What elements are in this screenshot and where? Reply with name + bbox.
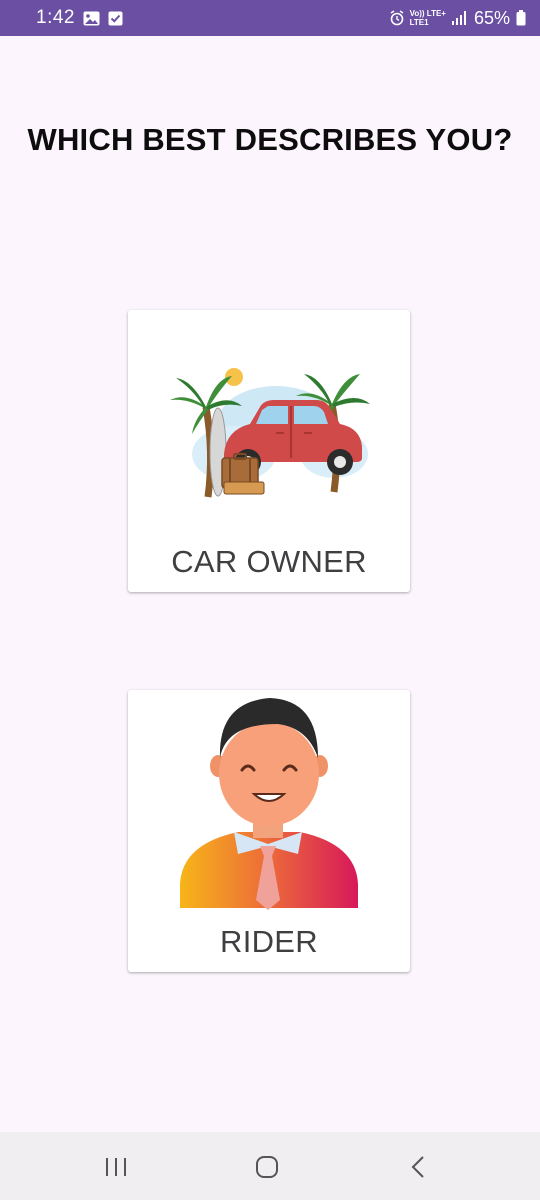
car-owner-option-card[interactable]: CAR OWNER — [128, 310, 410, 592]
status-bar: 1:42 Vo)) LTE+ LTE1 65% — [0, 0, 540, 36]
back-icon — [411, 1156, 424, 1178]
status-time: 1:42 — [36, 7, 75, 28]
home-icon — [256, 1156, 278, 1178]
recents-button[interactable] — [96, 1154, 136, 1180]
recents-icon — [106, 1158, 126, 1176]
system-navigation-bar — [0, 1132, 540, 1200]
status-right: Vo)) LTE+ LTE1 65% — [390, 8, 526, 29]
back-button[interactable] — [398, 1154, 438, 1180]
car-owner-label: CAR OWNER — [171, 544, 367, 579]
gallery-icon — [83, 11, 100, 26]
person-illustration-icon — [180, 698, 358, 910]
status-left: 1:42 — [36, 7, 123, 29]
rider-label: RIDER — [220, 924, 318, 959]
check-box-icon — [108, 11, 123, 26]
page-title: WHICH BEST DESCRIBES YOU? — [27, 122, 513, 157]
network-label: Vo)) LTE+ LTE1 — [410, 9, 446, 27]
car-illustration-icon — [170, 368, 370, 498]
rider-option-card[interactable]: RIDER — [128, 690, 410, 972]
network-top-label: Vo)) LTE+ — [409, 9, 446, 18]
battery-percent: 65% — [473, 7, 510, 28]
network-bottom-label: LTE1 — [409, 18, 429, 27]
signal-icon — [451, 11, 468, 25]
battery-icon — [516, 10, 526, 26]
alarm-icon — [390, 10, 404, 26]
home-button[interactable] — [247, 1154, 287, 1180]
